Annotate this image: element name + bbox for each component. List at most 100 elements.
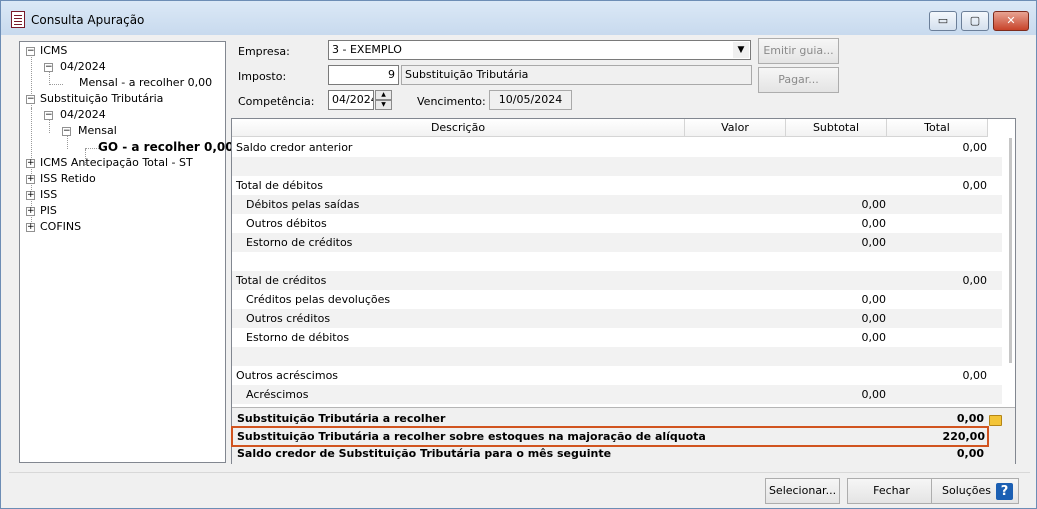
empresa-select[interactable]: 3 - EXEMPLO ▼ (328, 40, 751, 60)
table-row[interactable]: Outros acréscimos 0,00 (232, 366, 1002, 385)
cell-total: 0,00 (962, 179, 988, 192)
scrollbar-thumb[interactable] (1009, 138, 1012, 363)
tree-node-label: 04/2024 (60, 108, 106, 121)
table-row[interactable]: Total de créditos 0,00 (232, 271, 1002, 290)
fechar-button[interactable]: Fechar (847, 478, 936, 504)
cell-subtotal: 0,00 (861, 293, 887, 306)
tree-node-label: ICMS (40, 44, 68, 57)
tree-node-iss-retido[interactable]: + ISS Retido (26, 171, 216, 187)
column-header-total[interactable]: Total (887, 119, 988, 137)
expand-toggle-icon[interactable]: + (26, 207, 35, 216)
imposto-name-field: Substituição Tributária (401, 65, 752, 85)
maximize-button[interactable]: ▢ (961, 11, 989, 31)
tree-node-icms-antecipacao[interactable]: + ICMS Antecipação Total - ST (26, 155, 216, 171)
tree-node-substituicao-tributaria[interactable]: − Substituição Tributária (26, 91, 216, 107)
tree-node-pis[interactable]: + PIS (26, 203, 216, 219)
expand-toggle-icon[interactable]: + (26, 223, 35, 232)
chevron-down-icon[interactable]: ▼ (733, 42, 749, 58)
cell-descricao: Outros acréscimos (236, 369, 339, 382)
table-row[interactable] (232, 252, 1002, 271)
tree-node-label: GO - a recolher 0,00 (98, 140, 234, 154)
close-button[interactable]: ✕ (993, 11, 1029, 31)
expand-toggle-icon[interactable]: + (26, 175, 35, 184)
empresa-label: Empresa: (238, 45, 290, 58)
total-label: Substituição Tributária a recolher sobre… (237, 430, 706, 443)
expand-toggle-icon[interactable]: + (26, 191, 35, 200)
total-value: 220,00 (942, 430, 985, 443)
total-label: Substituição Tributária a recolher (237, 412, 446, 425)
document-icon (11, 11, 25, 28)
cell-descricao: Estorno de créditos (246, 236, 353, 249)
cell-descricao: Outros créditos (246, 312, 331, 325)
table-row[interactable]: Outros créditos 0,00 (232, 309, 1002, 328)
cell-descricao: Débitos pelas saídas (246, 198, 360, 211)
tree-connector (49, 84, 63, 85)
tree-node-label: ISS Retido (40, 172, 96, 185)
collapse-toggle-icon[interactable]: − (44, 111, 53, 120)
competencia-field[interactable]: 04/2024 (328, 90, 374, 110)
spin-down-icon[interactable]: ▼ (375, 100, 392, 110)
empresa-value: 3 - EXEMPLO (332, 43, 402, 56)
tree-node-label: COFINS (40, 220, 82, 233)
folder-icon[interactable] (989, 415, 1002, 426)
cell-descricao: Estorno de débitos (246, 331, 350, 344)
selecionar-button[interactable]: Selecionar... (765, 478, 840, 504)
spin-up-icon[interactable]: ▲ (375, 90, 392, 100)
title-bar[interactable]: Consulta Apuração ▭ ▢ ✕ (1, 1, 1036, 35)
tree-node-icms[interactable]: − ICMS (26, 43, 216, 59)
cell-descricao: Total de débitos (236, 179, 323, 192)
cell-subtotal: 0,00 (861, 198, 887, 211)
tree-node-label: ICMS Antecipação Total - ST (40, 156, 193, 169)
tree-node-st-period[interactable]: − 04/2024 (44, 107, 214, 123)
total-row-st-majoracao-highlighted: Substituição Tributária a recolher sobre… (231, 426, 989, 447)
imposto-label: Imposto: (238, 70, 287, 83)
tree-node-icms-mensal[interactable]: Mensal - a recolher 0,00 (79, 75, 219, 91)
cell-total: 0,00 (962, 141, 988, 154)
tree-node-st-mensal[interactable]: − Mensal (62, 123, 212, 139)
table-row[interactable]: Saldo credor anterior 0,00 (232, 138, 1002, 157)
tree-node-icms-period[interactable]: − 04/2024 (44, 59, 214, 75)
table-row[interactable]: Créditos pelas devoluções 0,00 (232, 290, 1002, 309)
column-header-valor[interactable]: Valor (685, 119, 786, 137)
cell-total: 0,00 (962, 369, 988, 382)
total-label: Saldo credor de Substituição Tributária … (237, 447, 612, 460)
table-row[interactable]: Estorno de débitos 0,00 (232, 328, 1002, 347)
cell-subtotal: 0,00 (861, 217, 887, 230)
minimize-button[interactable]: ▭ (929, 11, 957, 31)
apuracao-grid[interactable]: Descrição Valor Subtotal Total Saldo cre… (231, 118, 1016, 464)
table-row[interactable] (232, 157, 1002, 176)
collapse-toggle-icon[interactable]: − (44, 63, 53, 72)
tree-node-cofins[interactable]: + COFINS (26, 219, 216, 235)
collapse-toggle-icon[interactable]: − (26, 47, 35, 56)
competencia-label: Competência: (238, 95, 315, 108)
consulta-apuracao-window: Consulta Apuração ▭ ▢ ✕ − ICMS − 04/2024 (0, 0, 1037, 509)
table-row[interactable]: Acréscimos 0,00 (232, 385, 1002, 404)
cell-descricao: Saldo credor anterior (236, 141, 353, 154)
tree-node-label: 04/2024 (60, 60, 106, 73)
tree-connector (85, 148, 99, 149)
table-row[interactable]: Estorno de créditos 0,00 (232, 233, 1002, 252)
solucoes-label: Soluções (942, 484, 992, 497)
imposto-code-field[interactable]: 9 (328, 65, 399, 85)
pagar-button[interactable]: Pagar... (758, 67, 839, 93)
emitir-guia-button[interactable]: Emitir guia... (758, 38, 839, 64)
table-row[interactable]: Total de débitos 0,00 (232, 176, 1002, 195)
grid-vertical-scrollbar[interactable] (1004, 138, 1016, 406)
table-row[interactable]: Outros débitos 0,00 (232, 214, 1002, 233)
solucoes-button[interactable]: Soluções ? (931, 478, 1019, 504)
help-icon: ? (996, 483, 1013, 500)
table-row[interactable] (232, 347, 1002, 366)
expand-toggle-icon[interactable]: + (26, 159, 35, 168)
table-row[interactable]: Débitos pelas saídas 0,00 (232, 195, 1002, 214)
tax-tree-view[interactable]: − ICMS − 04/2024 Mensal - a recolher 0,0… (19, 41, 234, 463)
collapse-toggle-icon[interactable]: − (26, 95, 35, 104)
window-title: Consulta Apuração (31, 13, 145, 27)
column-header-descricao[interactable]: Descrição (232, 119, 685, 137)
collapse-toggle-icon[interactable]: − (62, 127, 71, 136)
tree-node-iss[interactable]: + ISS (26, 187, 216, 203)
tree-node-st-go[interactable]: GO - a recolher 0,00 (98, 139, 234, 155)
column-header-subtotal[interactable]: Subtotal (786, 119, 887, 137)
cell-descricao: Acréscimos (246, 388, 309, 401)
cell-descricao: Créditos pelas devoluções (246, 293, 391, 306)
grid-header: Descrição Valor Subtotal Total (232, 119, 988, 137)
